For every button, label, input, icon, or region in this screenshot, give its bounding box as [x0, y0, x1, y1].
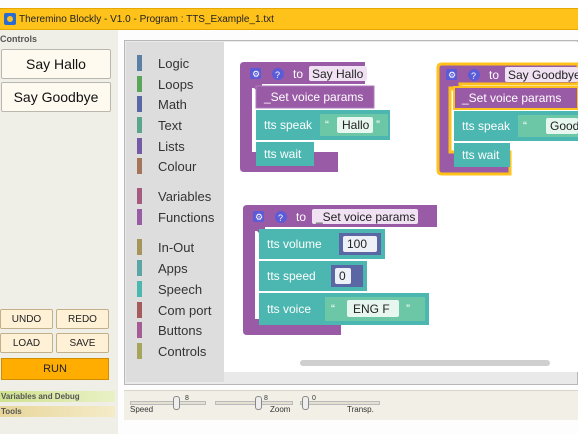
toolbox-category-controls[interactable]: Controls: [137, 342, 206, 360]
toolbox-category-logic[interactable]: Logic: [137, 54, 189, 72]
procedure-name: Say Hallo: [312, 67, 364, 81]
category-color-swatch: [137, 260, 142, 276]
to-label: to: [489, 68, 499, 82]
save-button[interactable]: SAVE: [56, 333, 109, 353]
toolbox-category-math[interactable]: Math: [137, 95, 187, 113]
toolbox-category-lists[interactable]: Lists: [137, 137, 185, 155]
voice-value: ENG F: [353, 302, 390, 316]
toolbox-category-colour[interactable]: Colour: [137, 157, 196, 175]
category-label: Speech: [158, 281, 203, 297]
category-color-swatch: [137, 209, 142, 225]
speed-value: 8: [185, 395, 189, 402]
category-label: Com port: [158, 302, 212, 318]
toolbox-category-variables[interactable]: Variables: [137, 187, 211, 205]
category-label: In-Out: [158, 239, 195, 255]
zoom-label: Zoom: [270, 405, 291, 414]
toolbox-category-com-port[interactable]: Com port: [137, 301, 211, 319]
toolbox-category-functions[interactable]: Functions: [137, 208, 214, 226]
to-label: to: [296, 210, 306, 224]
zoom-slider-thumb[interactable]: [255, 396, 262, 410]
window-title: Theremino Blockly - V1.0 - Program : TTS…: [19, 13, 274, 25]
svg-text:?: ?: [471, 71, 476, 81]
undo-button[interactable]: UNDO: [0, 309, 53, 329]
tts-voice-label: tts voice: [267, 302, 311, 316]
tts-wait-label: tts wait: [264, 147, 302, 161]
quote-open: “: [523, 119, 527, 133]
transparency-label: Transp.: [347, 405, 374, 414]
transparency-value: 0: [312, 395, 316, 402]
tts-speak-label: tts speak: [462, 119, 511, 133]
category-color-swatch: [137, 158, 142, 174]
category-color-swatch: [137, 76, 142, 92]
category-color-swatch: [137, 322, 142, 338]
procedure-name: _Set voice params: [315, 210, 415, 224]
speak-text: Good: [550, 119, 578, 133]
quote-close: ”: [406, 302, 410, 316]
toolbox-category-in-out[interactable]: In-Out: [137, 238, 194, 256]
svg-text:⚙: ⚙: [448, 70, 456, 80]
category-label: Math: [158, 96, 187, 112]
say-hallo-button[interactable]: Say Hallo: [1, 49, 111, 79]
quote-open: “: [331, 302, 335, 316]
load-button[interactable]: LOAD: [0, 333, 53, 353]
category-color-swatch: [137, 343, 142, 359]
procedure-say-goodbye[interactable]: ⚙ ? to Say Goodbye _Set voice params tts…: [436, 62, 578, 180]
to-label: to: [293, 67, 303, 81]
quote-open: “: [325, 118, 329, 132]
tts-wait-label: tts wait: [462, 148, 500, 162]
toolbox-category-loops[interactable]: Loops: [137, 75, 193, 93]
transparency-slider-thumb[interactable]: [302, 396, 309, 410]
run-button[interactable]: RUN: [1, 358, 109, 380]
category-label: Functions: [158, 209, 215, 225]
toolbox-category-text[interactable]: Text: [137, 116, 182, 134]
svg-text:⚙: ⚙: [252, 69, 260, 79]
category-label: Lists: [158, 138, 185, 154]
quote-close: ”: [376, 118, 380, 132]
tts-speak-label: tts speak: [264, 118, 313, 132]
toolbox-category-speech[interactable]: Speech: [137, 280, 202, 298]
category-color-swatch: [137, 96, 142, 112]
category-label: Controls: [158, 343, 207, 359]
procedure-set-voice-params[interactable]: ⚙ ? to _Set voice params tts volume 100 …: [243, 205, 439, 337]
svg-text:⚙: ⚙: [255, 212, 263, 222]
category-label: Text: [158, 117, 182, 133]
category-label: Logic: [158, 55, 190, 71]
category-label: Variables: [158, 188, 212, 204]
app-icon: [4, 13, 16, 25]
volume-value: 100: [347, 237, 367, 251]
speed-slider-thumb[interactable]: [173, 396, 180, 410]
category-label: Apps: [158, 260, 188, 276]
toolbox-category-buttons[interactable]: Buttons: [137, 321, 202, 339]
speed-label: Speed: [130, 405, 154, 414]
svg-text:?: ?: [278, 213, 283, 223]
category-color-swatch: [137, 138, 142, 154]
zoom-value: 8: [264, 395, 268, 402]
tts-volume-label: tts volume: [267, 237, 322, 251]
workspace-scrollbar[interactable]: [300, 360, 550, 366]
variables-debug-section[interactable]: Variables and Debug: [0, 391, 115, 402]
procedure-say-hallo[interactable]: ⚙ ? to Say Hallo _Set voice params tts s…: [240, 62, 390, 178]
speed-value: 0: [339, 269, 346, 283]
category-color-swatch: [137, 281, 142, 297]
speak-text: Hallo: [342, 118, 370, 132]
call-label: _Set voice params: [263, 90, 363, 104]
redo-button[interactable]: REDO: [56, 309, 109, 329]
category-color-swatch: [137, 55, 142, 71]
svg-text:?: ?: [275, 70, 280, 80]
procedure-name: Say Goodbye: [508, 68, 578, 82]
category-color-swatch: [137, 239, 142, 255]
category-color-swatch: [137, 188, 142, 204]
tts-speed-label: tts speed: [267, 269, 316, 283]
title-bar: Theremino Blockly - V1.0 - Program : TTS…: [0, 8, 578, 30]
category-color-swatch: [137, 302, 142, 318]
category-label: Buttons: [158, 322, 203, 338]
toolbox-category-apps[interactable]: Apps: [137, 259, 188, 277]
controls-label: Controls: [0, 34, 37, 44]
call-label: _Set voice params: [461, 91, 561, 105]
say-goodbye-button[interactable]: Say Goodbye: [1, 82, 111, 112]
tools-section[interactable]: Tools: [0, 406, 115, 417]
category-label: Colour: [158, 158, 197, 174]
category-color-swatch: [137, 117, 142, 133]
category-label: Loops: [158, 76, 194, 92]
